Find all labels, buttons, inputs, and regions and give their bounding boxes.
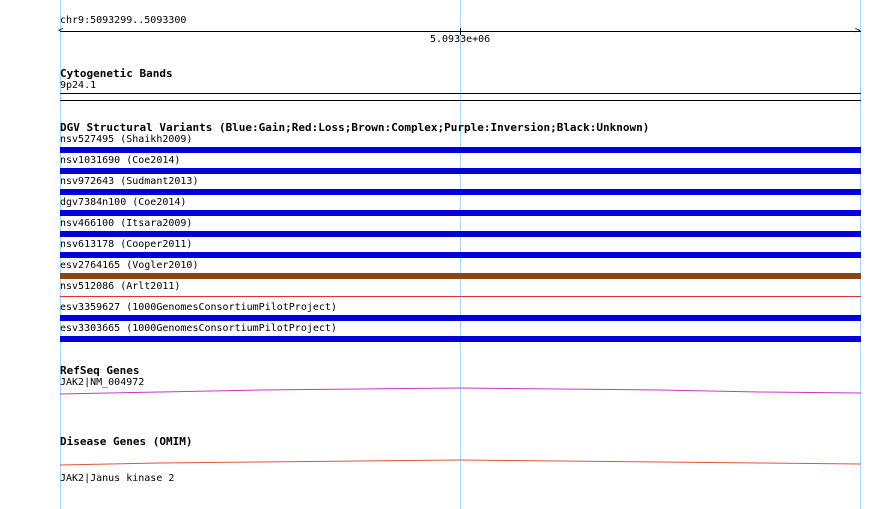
dgv-variant-label[interactable]: nsv613178 (Cooper2011)	[60, 239, 192, 251]
ruler-right-arrow-icon: >	[855, 26, 861, 36]
dgv-variant-label[interactable]: esv3359627 (1000GenomesConsortiumPilotPr…	[60, 302, 337, 314]
dgv-variant-label[interactable]: dgv7384n100 (Coe2014)	[60, 197, 186, 209]
locus-label: chr9:5093299..5093300	[60, 15, 187, 26]
dgv-variant-bar[interactable]	[60, 336, 861, 342]
dgv-variant-bar[interactable]	[60, 252, 861, 258]
dgv-variant-bar[interactable]	[60, 147, 861, 153]
ruler-tick-label: 5.0933e+06	[430, 34, 491, 45]
cytoband-line-top	[60, 93, 861, 94]
dgv-variant-label[interactable]: nsv1031690 (Coe2014)	[60, 155, 180, 167]
omim-track-title: Disease Genes (OMIM)	[60, 435, 193, 448]
dgv-variant-bar[interactable]	[60, 189, 861, 195]
dgv-variant-bar[interactable]	[60, 315, 861, 321]
dgv-variant-label[interactable]: esv2764165 (Vogler2010)	[60, 260, 198, 272]
dgv-variant-bar[interactable]	[60, 296, 861, 297]
dgv-variant-label[interactable]: nsv466100 (Itsara2009)	[60, 218, 192, 230]
omim-gene-label[interactable]: JAK2|Janus kinase 2	[60, 473, 174, 485]
refseq-track-title: RefSeq Genes	[60, 364, 140, 377]
dgv-variant-label[interactable]: nsv972643 (Sudmant2013)	[60, 176, 198, 188]
dgv-variant-label[interactable]: nsv527495 (Shaikh2009)	[60, 134, 192, 146]
dgv-variant-label[interactable]: esv3303665 (1000GenomesConsortiumPilotPr…	[60, 323, 337, 335]
dgv-variant-bar[interactable]	[60, 273, 861, 279]
cytogenetic-bands-title: Cytogenetic Bands	[60, 67, 173, 80]
dgv-track-title: DGV Structural Variants (Blue:Gain;Red:L…	[60, 121, 650, 134]
dgv-variant-label[interactable]: nsv512086 (Arlt2011)	[60, 281, 180, 293]
refseq-gene-feature[interactable]	[60, 386, 861, 396]
dgv-variant-bar[interactable]	[60, 168, 861, 174]
dgv-variant-bar[interactable]	[60, 210, 861, 216]
omim-gene-feature[interactable]	[60, 457, 861, 467]
cytoband-line-bottom	[60, 100, 861, 101]
cytoband-label: 9p24.1	[60, 80, 97, 91]
dgv-variant-bar[interactable]	[60, 231, 861, 237]
